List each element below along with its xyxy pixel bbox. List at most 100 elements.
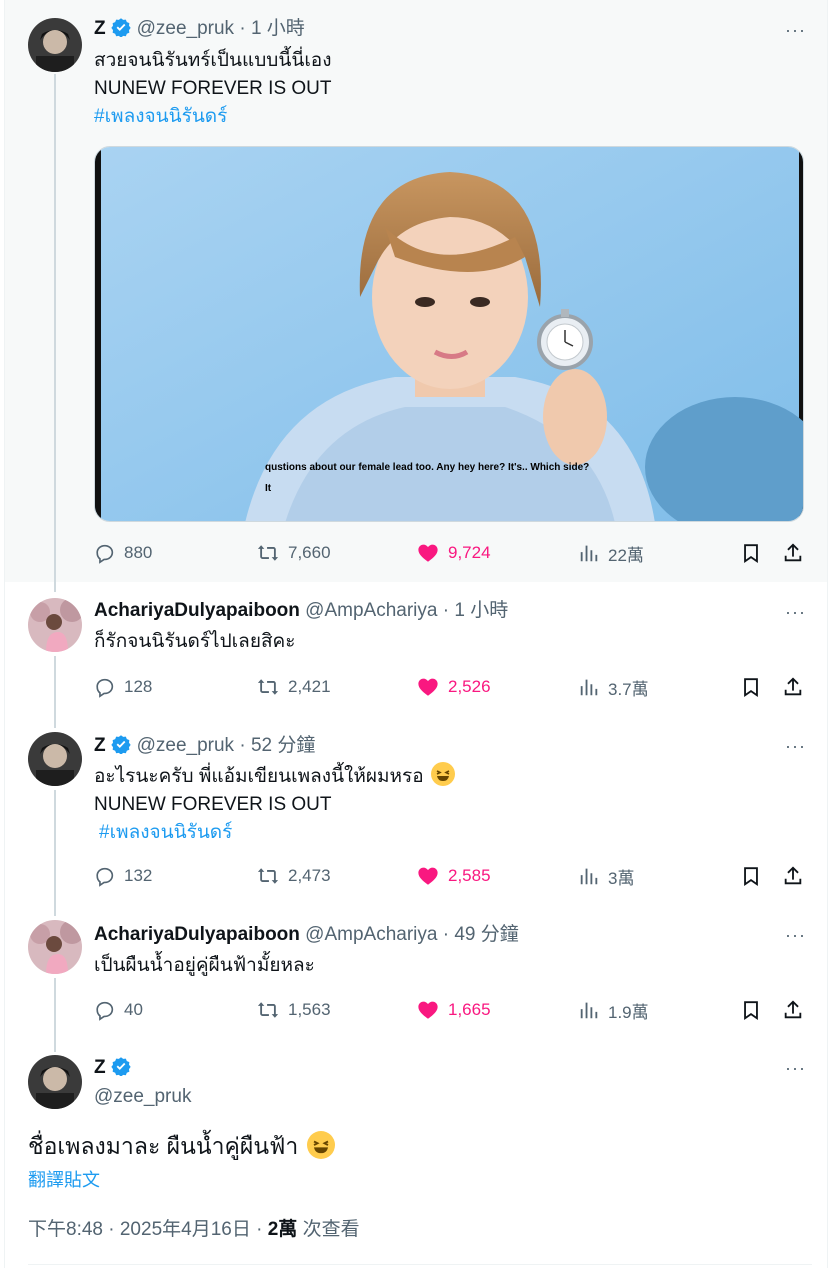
bookmark-button[interactable] <box>740 995 770 1025</box>
like-button[interactable]: 2,585 <box>416 861 491 891</box>
analytics-icon <box>580 545 598 562</box>
display-name[interactable]: Z <box>94 1056 137 1083</box>
share-button[interactable] <box>782 538 812 568</box>
reply-button[interactable]: 40 <box>94 995 143 1025</box>
display-name[interactable]: AchariyaDulyapaiboon <box>94 600 300 621</box>
retweet-button[interactable]: 2,473 <box>256 861 331 891</box>
tweet-header: AchariyaDulyapaiboon @AmpAchariya · 1 小時 <box>94 599 508 623</box>
more-options-icon[interactable]: ··· <box>785 20 806 40</box>
verified-badge-icon <box>110 17 131 44</box>
heart-filled-icon <box>418 867 438 885</box>
tweet-time[interactable]: 52 分鐘 <box>251 735 315 756</box>
share-button[interactable] <box>782 995 812 1025</box>
bookmark-button[interactable] <box>740 672 770 702</box>
user-handle[interactable]: @AmpAchariya <box>305 600 437 621</box>
heart-filled-icon <box>418 678 438 696</box>
avatar[interactable] <box>28 920 82 974</box>
reply-count: 880 <box>124 543 153 562</box>
video-caption: It <box>265 483 272 494</box>
tweet-meta: 下午8:48 · 2025年4月16日 · 2萬 次查看 <box>28 1214 360 1241</box>
retweet-count: 1,563 <box>288 1000 331 1019</box>
share-icon <box>784 1000 802 1019</box>
timestamp[interactable]: 下午8:48 · 2025年4月16日 · <box>28 1219 268 1240</box>
display-name[interactable]: Z <box>94 18 106 39</box>
tweet-line: สวยจนนิรันทร์เป็นแบบนี้นี่เอง <box>94 50 332 71</box>
avatar[interactable] <box>28 732 82 786</box>
retweet-count: 7,660 <box>288 543 331 562</box>
display-name[interactable]: AchariyaDulyapaiboon <box>94 924 300 945</box>
verified-badge-icon <box>110 734 131 761</box>
views-count: 3.7萬 <box>608 679 649 699</box>
avatar[interactable] <box>28 598 82 652</box>
reply-icon <box>96 867 114 887</box>
user-handle[interactable]: @zee_pruk <box>94 1085 191 1109</box>
video-caption: qustions about our female lead too. Any … <box>265 462 590 473</box>
verified-badge-icon <box>110 1056 131 1083</box>
user-handle[interactable]: @AmpAchariya <box>305 924 437 945</box>
tweet-line: ชื่อเพลงมาละ ผืนน้ำคู่ผืนฟ้า <box>28 1133 299 1159</box>
user-handle[interactable]: @zee_pruk <box>137 735 234 756</box>
heart-filled-icon <box>418 544 438 562</box>
share-button[interactable] <box>782 672 812 702</box>
reply-icon <box>96 1001 114 1021</box>
retweet-count: 2,473 <box>288 866 331 885</box>
translate-post-link[interactable]: 翻譯貼文 <box>28 1166 100 1192</box>
more-options-icon[interactable]: ··· <box>785 925 806 945</box>
bookmark-button[interactable] <box>740 538 770 568</box>
tweet-line: NUNEW FOREVER IS OUT <box>94 794 332 815</box>
retweet-button[interactable]: 2,421 <box>256 672 331 702</box>
share-icon <box>784 677 802 696</box>
tweet-text: สวยจนนิรันทร์เป็นแบบนี้นี่เอง NUNEW FORE… <box>94 47 332 131</box>
like-button[interactable]: 2,526 <box>416 672 491 702</box>
tweet-time[interactable]: 1 小時 <box>251 18 305 39</box>
tweet-actions: 880 7,660 9,724 22萬 <box>94 538 812 568</box>
like-count: 9,724 <box>448 543 491 562</box>
separator-dot: · <box>239 735 246 756</box>
tweet-line: ก็รักจนนิรันดร์ไปเลยสิคะ <box>94 631 296 652</box>
user-handle[interactable]: @zee_pruk <box>137 18 234 39</box>
analytics-icon <box>580 679 598 696</box>
grinning-squinting-emoji-icon <box>306 1131 335 1159</box>
views-button[interactable]: 22萬 <box>578 538 644 568</box>
tweet-line: เป็นผืนน้ำอยู่คู่ผืนฟ้ามั้ยหละ <box>94 955 315 976</box>
reply-count: 40 <box>124 1000 143 1019</box>
avatar[interactable] <box>28 18 82 72</box>
display-name[interactable]: Z <box>94 735 106 756</box>
retweet-button[interactable]: 1,563 <box>256 995 331 1025</box>
tweet-actions: 40 1,563 1,665 1.9萬 <box>94 995 812 1025</box>
like-button[interactable]: 1,665 <box>416 995 491 1025</box>
hashtag-link[interactable]: #เพลงจนนิรันดร์ <box>94 103 332 131</box>
bookmark-icon <box>744 1001 758 1020</box>
tweet-media-image[interactable]: qustions about our female lead too. Any … <box>94 146 804 522</box>
retweet-button[interactable]: 7,660 <box>256 538 331 568</box>
retweet-icon <box>257 545 279 561</box>
views-button[interactable]: 1.9萬 <box>578 995 649 1025</box>
tweet-text: อะไรนะครับ พี่แอ้มเขียนเพลงนี้ให้ผมหรอ N… <box>94 762 455 847</box>
reply-count: 132 <box>124 866 153 885</box>
tweet-time[interactable]: 1 小時 <box>454 600 508 621</box>
hashtag-link[interactable]: #เพลงจนนิรันดร์ <box>99 819 455 847</box>
tweet-line: อะไรนะครับ พี่แอ้มเขียนเพลงนี้ให้ผมหรอ <box>94 766 424 787</box>
like-button[interactable]: 9,724 <box>416 538 491 568</box>
views-count: 3萬 <box>608 868 635 888</box>
more-options-icon[interactable]: ··· <box>785 1058 806 1078</box>
avatar[interactable] <box>28 1055 82 1109</box>
like-count: 2,526 <box>448 677 491 696</box>
bookmark-icon <box>744 544 758 563</box>
bookmark-button[interactable] <box>740 861 770 891</box>
more-options-icon[interactable]: ··· <box>785 736 806 756</box>
share-button[interactable] <box>782 861 812 891</box>
views-button[interactable]: 3.7萬 <box>578 672 649 702</box>
bookmark-icon <box>744 678 758 697</box>
separator-dot: · <box>239 18 246 39</box>
reply-button[interactable]: 128 <box>94 672 152 702</box>
more-options-icon[interactable]: ··· <box>785 602 806 622</box>
views-button[interactable]: 3萬 <box>578 861 634 891</box>
tweet-time[interactable]: 49 分鐘 <box>454 924 518 945</box>
reply-icon <box>96 678 114 698</box>
reply-button[interactable]: 880 <box>94 538 152 568</box>
reply-button[interactable]: 132 <box>94 861 152 891</box>
analytics-icon <box>580 1002 598 1019</box>
tweet-text: ชื่อเพลงมาละ ผืนน้ำคู่ผืนฟ้า <box>28 1130 335 1162</box>
tweet-header: AchariyaDulyapaiboon @AmpAchariya · 49 分… <box>94 923 519 947</box>
